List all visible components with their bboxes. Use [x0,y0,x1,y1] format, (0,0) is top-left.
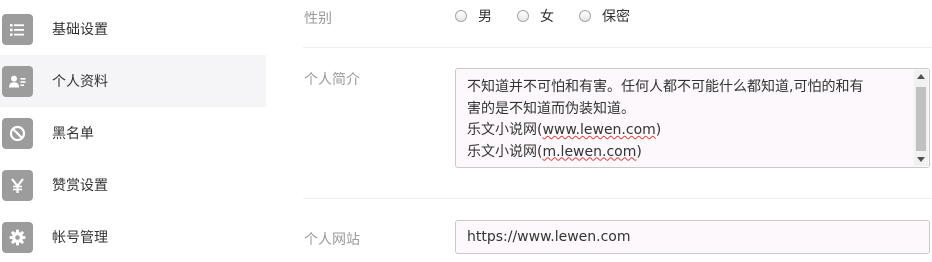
bio-textarea[interactable]: 不知道并不可怕和有害。任何人都不可能什么都知道,可怕的和有 害的是不知道而伪装知… [455,68,930,168]
sidebar-item-label: 黑名单 [52,126,94,142]
sidebar-item-profile[interactable]: 个人资料 [0,55,266,107]
bio-label: 个人简介 [304,72,360,88]
scroll-thumb[interactable] [916,87,926,151]
radio-circle[interactable] [517,10,529,22]
list-icon [2,14,33,45]
website-input[interactable] [455,220,930,254]
radio-label: 保密 [602,9,630,25]
sidebar-item-tip-settings[interactable]: 赞赏设置 [0,159,266,211]
gender-option-male[interactable]: 男 [455,6,492,26]
sidebar: 基础设置 个人资料 黑名单 赞赏设置 帐号管理 [0,0,266,262]
gender-option-secret[interactable]: 保密 [579,6,630,26]
sidebar-item-blacklist[interactable]: 黑名单 [0,107,266,159]
gender-radio-group: 男 女 保密 [455,6,655,26]
sidebar-item-label: 帐号管理 [52,230,108,246]
website-label: 个人网站 [304,232,360,248]
divider [303,47,932,48]
gender-option-female[interactable]: 女 [517,6,554,26]
profile-form: 性别 男 女 保密 个人简介 不知道并不可怕和有害。任何人都不可能什么都知道,可… [266,0,932,262]
ban-icon [2,118,33,149]
sidebar-item-basic-settings[interactable]: 基础设置 [0,3,266,55]
radio-label: 男 [478,9,492,25]
radio-circle[interactable] [579,10,591,22]
sidebar-item-label: 基础设置 [52,22,108,38]
yen-icon [2,170,33,201]
sidebar-item-label: 个人资料 [52,74,108,90]
scroll-down-arrow-icon[interactable] [917,157,925,162]
scroll-up-arrow-icon[interactable] [917,74,925,79]
gear-icon [2,222,33,253]
sidebar-item-account[interactable]: 帐号管理 [0,211,266,262]
radio-circle[interactable] [455,10,467,22]
id-card-icon [2,66,33,97]
radio-label: 女 [540,9,554,25]
bio-scrollbar[interactable] [914,70,928,166]
bio-text: 不知道并不可怕和有害。任何人都不可能什么都知道,可怕的和有 害的是不知道而伪装知… [467,79,864,160]
divider [303,198,932,199]
sidebar-item-label: 赞赏设置 [52,178,108,194]
gender-label: 性别 [304,11,332,27]
